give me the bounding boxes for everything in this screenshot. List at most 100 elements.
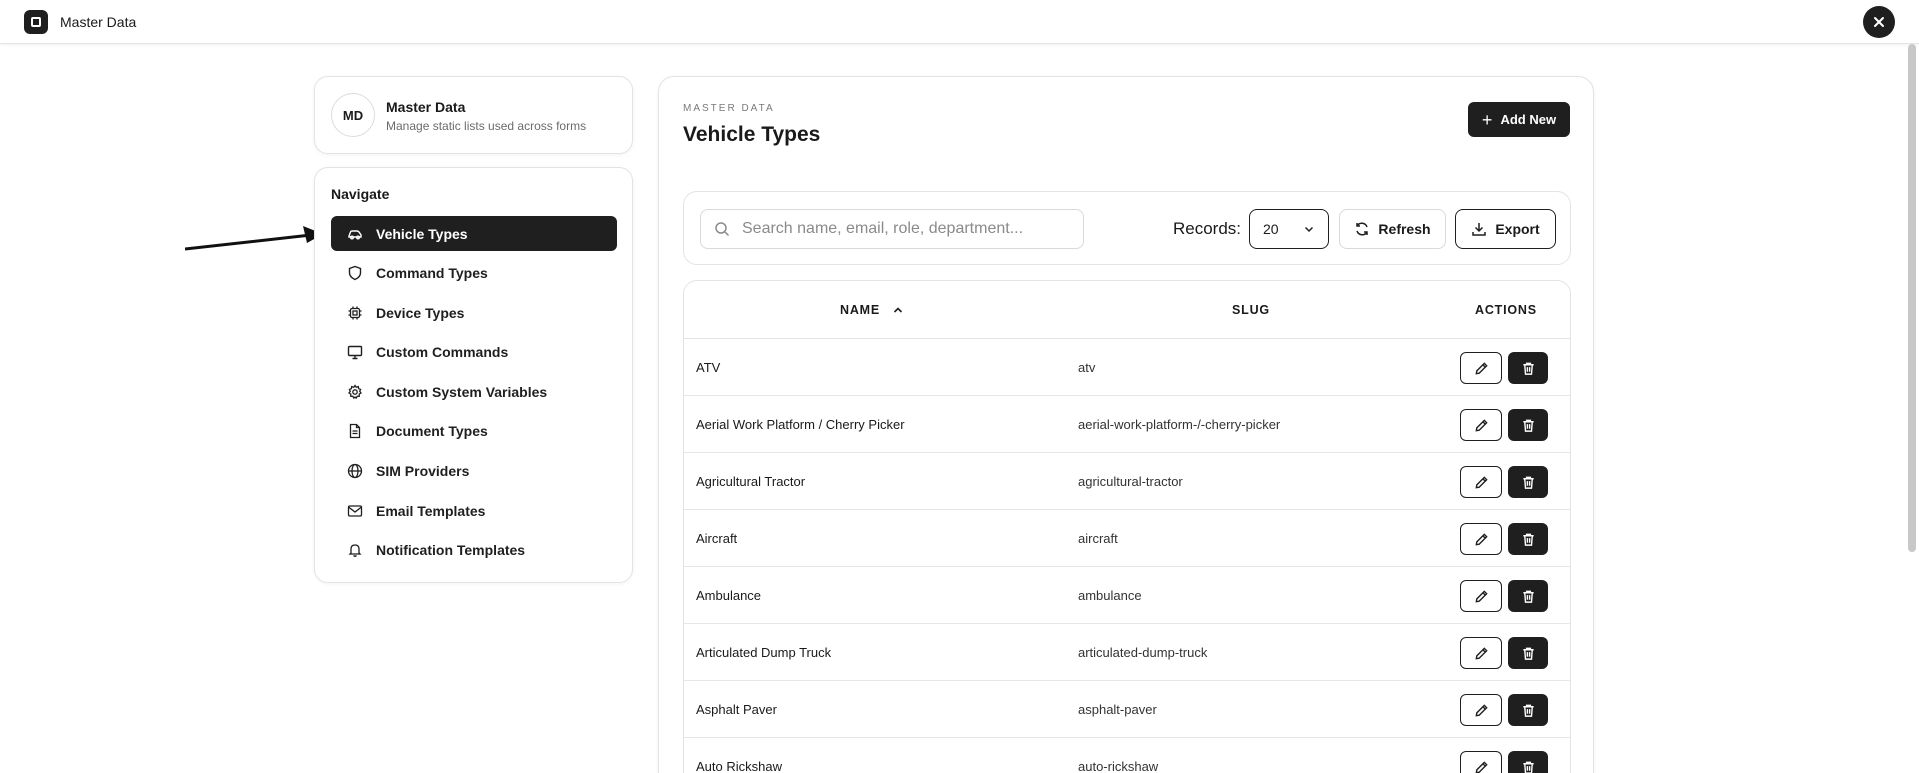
cell-slug: articulated-dump-truck	[1078, 645, 1208, 660]
page-title: Vehicle Types	[683, 123, 821, 146]
cell-slug: auto-rickshaw	[1078, 759, 1159, 773]
edit-pencil-icon	[1474, 475, 1488, 489]
sidebar-item-sim-providers[interactable]: SIM Providers	[331, 454, 617, 489]
sidebar-item-custom-system-variables[interactable]: Custom System Variables	[331, 374, 617, 409]
sidebar-item-label: Device Types	[376, 304, 465, 321]
trash-icon	[1522, 590, 1534, 603]
sort-ascending-icon	[893, 307, 903, 313]
page-scrollbar[interactable]	[1908, 44, 1916, 552]
sidebar-item-label: Custom System Variables	[376, 383, 548, 400]
table-row: Aerial Work Platform / Cherry Picker aeri…	[684, 396, 1570, 453]
cell-name: Asphalt Paver	[696, 702, 777, 717]
mail-icon	[347, 503, 363, 519]
sidebar-item-command-types[interactable]: Command Types	[331, 256, 617, 291]
trash-icon	[1522, 647, 1534, 660]
cell-name: ATV	[696, 360, 721, 375]
delete-button[interactable]	[1508, 580, 1548, 612]
profile-subtitle: Manage static lists used across forms	[386, 119, 587, 133]
delete-button[interactable]	[1508, 751, 1548, 773]
search-icon	[715, 222, 730, 237]
sidebar-item-document-types[interactable]: Document Types	[331, 414, 617, 449]
chevron-down-icon	[1304, 226, 1314, 233]
table-row: Auto Rickshaw auto-rickshaw	[684, 738, 1570, 773]
navigation-card: Navigate Vehicle Types Command Types Dev…	[314, 167, 633, 583]
column-header-slug[interactable]: SLUG	[1232, 303, 1270, 317]
edit-button[interactable]	[1460, 580, 1502, 612]
records-value: 20	[1263, 221, 1279, 237]
cell-slug: atv	[1078, 360, 1096, 375]
edit-button[interactable]	[1460, 523, 1502, 555]
top-bar: Master Data	[0, 0, 1919, 44]
edit-pencil-icon	[1474, 703, 1488, 717]
search-input[interactable]	[742, 220, 1062, 238]
sidebar-item-label: Document Types	[376, 423, 488, 440]
sidebar-item-custom-commands[interactable]: Custom Commands	[331, 335, 617, 370]
column-header-actions: ACTIONS	[1475, 303, 1537, 317]
download-icon	[1472, 223, 1487, 236]
sidebar-item-label: SIM Providers	[376, 463, 470, 480]
page-overline: MASTER DATA	[683, 103, 775, 114]
records-per-page-select[interactable]: 20	[1249, 209, 1329, 249]
app-logo-icon	[24, 10, 48, 34]
cell-name: Auto Rickshaw	[696, 759, 782, 773]
sidebar-item-device-types[interactable]: Device Types	[331, 295, 617, 330]
delete-button[interactable]	[1508, 637, 1548, 669]
nav-heading: Navigate	[331, 186, 390, 202]
table-row: Articulated Dump Truck articulated-dump-t…	[684, 624, 1570, 681]
cell-slug: aircraft	[1078, 531, 1118, 546]
trash-icon	[1522, 362, 1534, 375]
cell-slug: asphalt-paver	[1078, 702, 1157, 717]
delete-button[interactable]	[1508, 466, 1548, 498]
column-header-name[interactable]: NAME	[840, 303, 904, 317]
records-label: Records:	[1173, 219, 1242, 238]
avatar: MD	[331, 93, 375, 137]
plus-icon: +	[1481, 109, 1493, 130]
cell-name: Aircraft	[696, 531, 738, 546]
edit-button[interactable]	[1460, 751, 1502, 773]
sidebar-item-label: Command Types	[376, 265, 488, 282]
car-icon	[347, 226, 363, 242]
refresh-icon	[1356, 222, 1369, 236]
close-button[interactable]	[1863, 6, 1895, 38]
cell-name: Agricultural Tractor	[696, 474, 806, 489]
sidebar-item-vehicle-types[interactable]: Vehicle Types	[331, 216, 617, 251]
table-row: Asphalt Paver asphalt-paver	[684, 681, 1570, 738]
table-row: Agricultural Tractor agricultural-tractor	[684, 453, 1570, 510]
edit-button[interactable]	[1460, 466, 1502, 498]
globe-icon	[347, 463, 363, 479]
edit-button[interactable]	[1460, 409, 1502, 441]
pointer-arrow-icon	[185, 226, 323, 251]
add-new-button[interactable]: + Add New	[1468, 102, 1570, 137]
sidebar-item-notification-templates[interactable]: Notification Templates	[331, 533, 617, 568]
trash-icon	[1522, 419, 1534, 432]
sidebar-item-label: Email Templates	[376, 502, 486, 519]
delete-button[interactable]	[1508, 352, 1548, 384]
delete-button[interactable]	[1508, 694, 1548, 726]
cell-name: Aerial Work Platform / Cherry Picker	[696, 417, 905, 432]
edit-button[interactable]	[1460, 694, 1502, 726]
cell-slug: ambulance	[1078, 588, 1142, 603]
export-button[interactable]: Export	[1455, 209, 1556, 249]
edit-pencil-icon	[1474, 532, 1488, 546]
sidebar-item-label: Vehicle Types	[376, 225, 468, 242]
sidebar-item-label: Notification Templates	[376, 542, 526, 559]
chip-icon	[347, 305, 363, 321]
delete-button[interactable]	[1508, 409, 1548, 441]
table-row: ATV atv	[684, 339, 1570, 396]
edit-button[interactable]	[1460, 352, 1502, 384]
table-header: NAME SLUG ACTIONS	[684, 281, 1570, 339]
edit-button[interactable]	[1460, 637, 1502, 669]
document-icon	[347, 423, 363, 439]
profile-title: Master Data	[386, 99, 466, 115]
edit-pencil-icon	[1474, 589, 1488, 603]
sidebar-item-email-templates[interactable]: Email Templates	[331, 493, 617, 528]
table-row: Ambulance ambulance	[684, 567, 1570, 624]
nav-list: Vehicle Types Command Types Device Types…	[331, 216, 617, 572]
add-new-label: Add New	[1500, 112, 1557, 127]
delete-button[interactable]	[1508, 523, 1548, 555]
refresh-button[interactable]: Refresh	[1339, 209, 1446, 249]
trash-icon	[1522, 476, 1534, 489]
search-field[interactable]	[700, 209, 1084, 249]
trash-icon	[1522, 761, 1534, 773]
edit-pencil-icon	[1474, 760, 1488, 773]
